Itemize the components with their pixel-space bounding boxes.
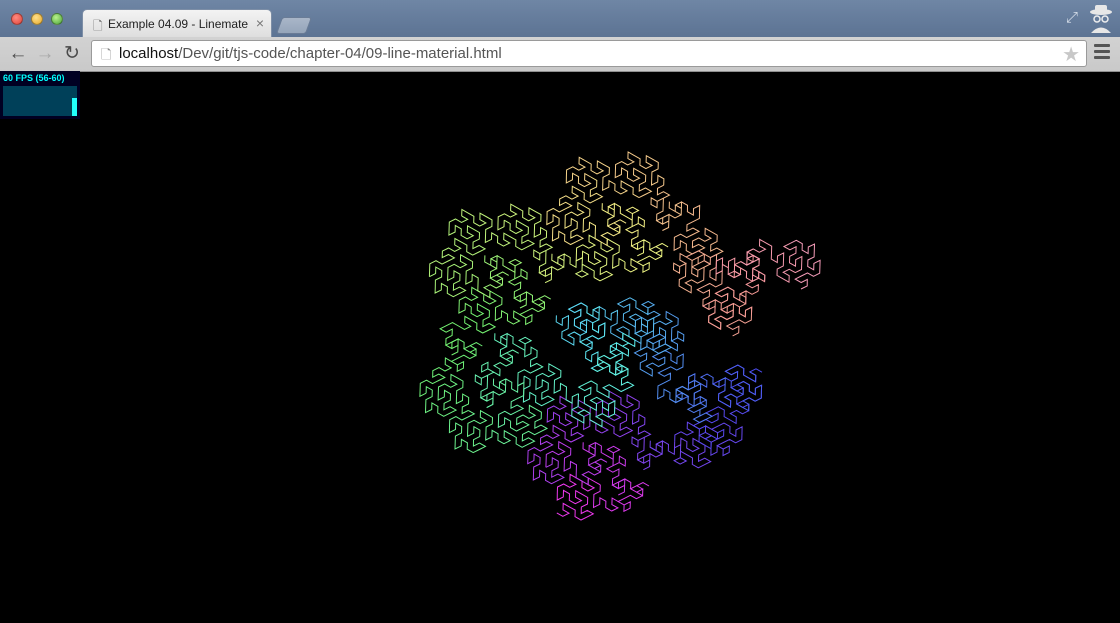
zoom-window-button[interactable] [51,13,63,25]
curve-segment [545,440,608,486]
curve-segment [650,184,683,231]
curve-segment [651,349,689,404]
curve-segment [614,151,665,199]
back-icon[interactable]: ← [6,43,30,65]
curve-segment [692,385,763,450]
curve-segment [582,442,626,496]
tab-title: Example 04.09 - Linemate [108,17,249,31]
forward-icon[interactable]: → [33,43,57,65]
curve-segment [564,201,627,247]
curve-segment [603,332,636,376]
new-tab-button[interactable] [275,17,313,34]
close-window-button[interactable] [11,13,23,25]
curve-segment [419,338,483,398]
curve-segment [578,305,629,376]
browser-chrome: 🗋 Example 04.09 - Linemate × ⤢ ← → ↻ 🗋 l… [0,0,1120,72]
curve-segment [740,238,803,284]
curve-segment [565,156,640,199]
tab-close-icon[interactable]: × [256,15,264,31]
curve-segment [546,176,604,246]
curve-segment [727,248,766,292]
curve-segment [538,253,595,284]
curve-segment [571,380,616,428]
page-icon: 🗋 [101,47,112,62]
curve-segment [674,421,743,457]
bookmark-star-icon[interactable]: ★ [1062,42,1080,67]
curve-segment [592,478,650,513]
menu-icon[interactable] [1094,44,1110,62]
curve-segment [701,286,759,330]
curve-segment [474,349,519,409]
address-bar[interactable]: 🗋 localhost/Dev/git/tjs-code/chapter-04/… [91,40,1087,67]
curve-segment [610,297,655,345]
curve-segment [685,250,734,330]
curve-segment [715,251,766,283]
title-bar: 🗋 Example 04.09 - Linemate × ⤢ [0,0,1120,37]
curve-segment [428,215,487,277]
curve-segment [649,437,712,469]
url-text[interactable]: localhost/Dev/git/tjs-code/chapter-04/09… [119,45,502,62]
curve-segment [522,362,579,407]
gosper-curve-render [419,151,821,521]
curve-segment [448,409,494,454]
curve-segment [686,373,714,424]
reload-icon[interactable]: ↻ [60,43,84,65]
page-icon: 🗋 [93,19,103,33]
curve-segment [494,332,544,387]
curve-segment [497,203,554,273]
curve-segment [631,407,664,471]
fullscreen-icon[interactable]: ⤢ [1066,9,1078,26]
incognito-icon [1090,5,1112,33]
minimize-window-button[interactable] [31,13,43,25]
curve-segment [424,373,470,417]
tab-active[interactable]: 🗋 Example 04.09 - Linemate × [82,9,272,37]
